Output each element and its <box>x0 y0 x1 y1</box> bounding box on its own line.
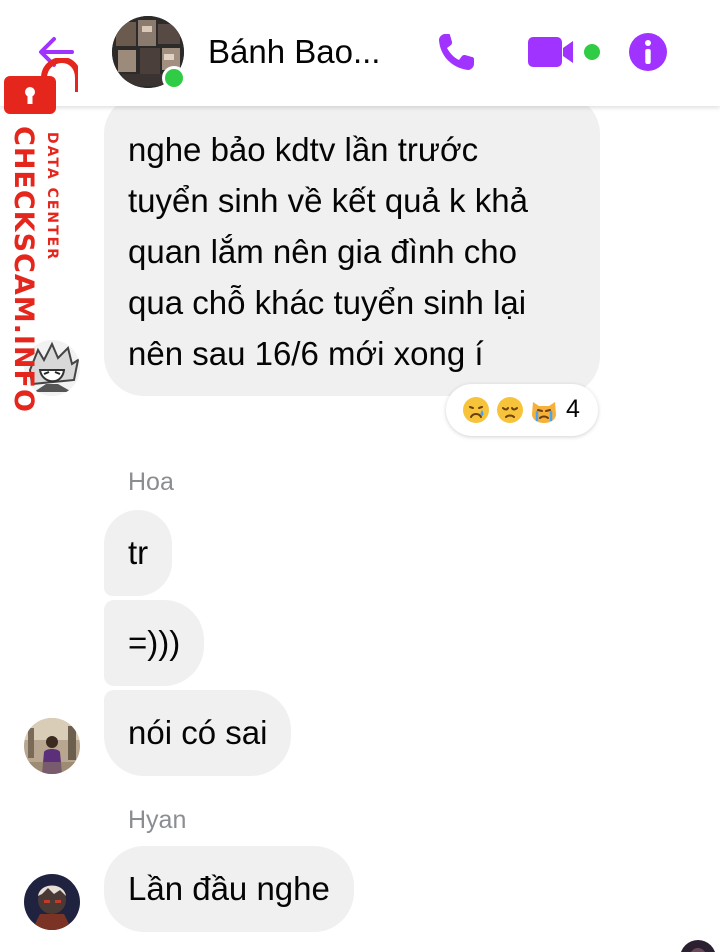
message-bubble[interactable]: Lần đầu nghe <box>104 846 354 932</box>
contact-name[interactable]: Bánh Bao... <box>208 33 380 71</box>
message-line: quan lắm nên gia đình cho <box>128 233 517 270</box>
profile-photo <box>24 874 80 930</box>
padlock-icon <box>4 58 78 114</box>
profile-photo <box>680 940 716 952</box>
sender-name: Hoa <box>128 468 174 496</box>
voice-call-button[interactable] <box>436 30 478 74</box>
sender-name: Hyan <box>128 806 187 834</box>
message-bubble[interactable]: nói có sai <box>104 690 292 776</box>
message-line: nghe bảo kdtv lần trước <box>128 131 479 168</box>
profile-photo <box>24 718 80 774</box>
info-button[interactable] <box>628 32 668 72</box>
video-camera-icon <box>528 37 600 67</box>
info-icon <box>629 33 667 71</box>
phone-icon <box>439 34 474 70</box>
watermark: CHECKSCAM.INFO DATA CENTER <box>0 58 80 418</box>
conversation-header: Bánh Bao... <box>0 0 720 106</box>
seen-by-avatar[interactable] <box>680 940 716 952</box>
reaction-count: 4 <box>566 395 580 423</box>
message-line: nên sau 16/6 mới xong í <box>128 335 484 372</box>
message-bubble[interactable]: tr <box>104 510 173 596</box>
reaction-summary[interactable]: 4 <box>446 384 598 436</box>
message-line: tuyển sinh về kết quả k khả <box>128 182 528 219</box>
watermark-tagline: DATA CENTER <box>44 132 60 261</box>
messenger-conversation-screen: Bánh Bao... CHECKSCAM.INFO DATA CENTER n… <box>0 0 720 952</box>
crying-cat-face-icon <box>532 402 556 423</box>
watermark-site: CHECKSCAM.INFO <box>8 126 39 413</box>
video-call-button[interactable] <box>526 34 602 70</box>
sender-avatar[interactable] <box>24 718 80 774</box>
disappointed-face-icon <box>497 397 523 423</box>
sender-avatar[interactable] <box>24 874 80 930</box>
message-bubble[interactable]: =))) <box>104 600 205 686</box>
message-line: qua chỗ khác tuyển sinh lại <box>128 284 527 321</box>
message-bubble[interactable]: nghe bảo kdtv lần trước tuyển sinh về kế… <box>104 94 600 396</box>
online-status-indicator <box>162 66 186 90</box>
crying-face-icon <box>463 397 489 423</box>
